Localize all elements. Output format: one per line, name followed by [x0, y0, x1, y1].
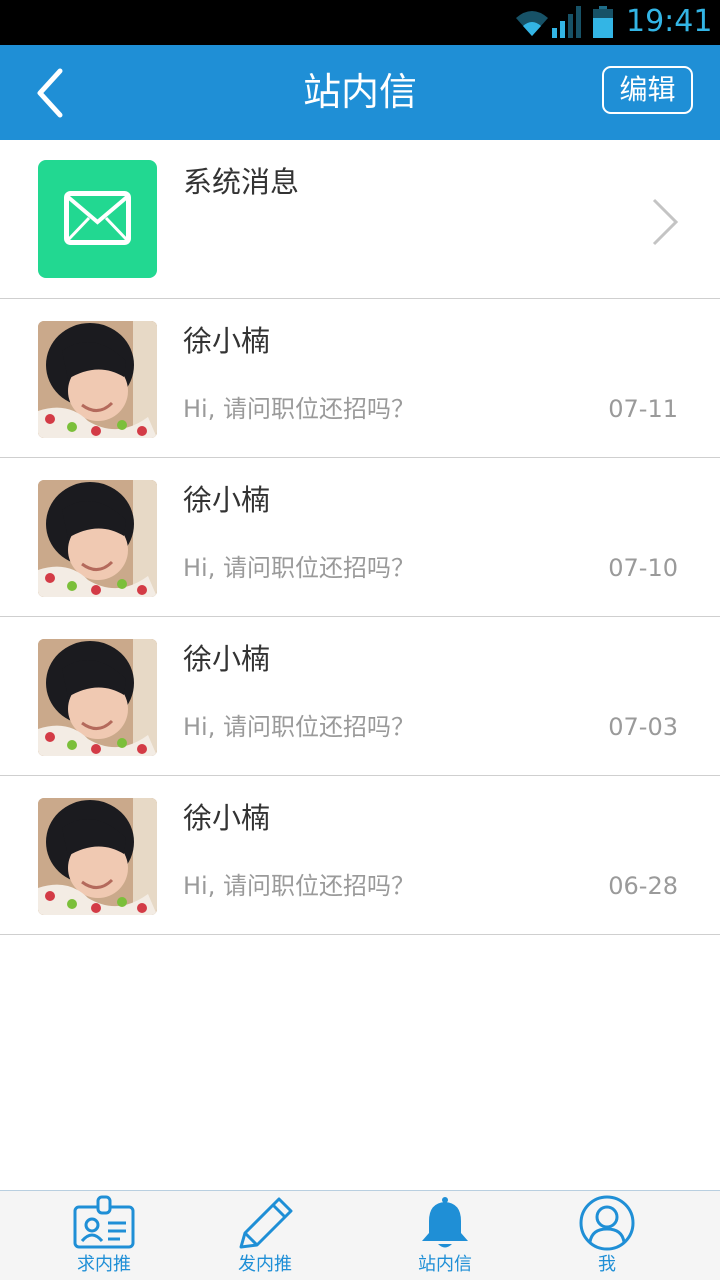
message-row[interactable]: 徐小楠 Hi, 请问职位还招吗？ 07-10 — [0, 458, 720, 617]
tab-label: 站内信 — [418, 1254, 472, 1275]
header-bar: 站内信 编辑 — [0, 45, 720, 140]
message-preview: Hi, 请问职位还招吗？ — [183, 554, 415, 582]
sender-name: 徐小楠 — [183, 801, 271, 835]
tab-label: 发内推 — [238, 1254, 292, 1275]
message-list: 系统消息 徐小楠 Hi, 请问职位还招吗？ 07-11 徐小楠 Hi, 请问职位… — [0, 140, 720, 935]
message-date: 07-03 — [608, 713, 678, 741]
sender-name: 徐小楠 — [183, 324, 271, 358]
sender-name: 徐小楠 — [183, 642, 271, 676]
system-message-row[interactable]: 系统消息 — [0, 140, 720, 299]
signal-icon — [552, 6, 582, 42]
bell-icon — [385, 1195, 505, 1251]
message-date: 06-28 — [608, 872, 678, 900]
message-row[interactable]: 徐小楠 Hi, 请问职位还招吗？ 06-28 — [0, 776, 720, 935]
tab-label: 求内推 — [77, 1254, 131, 1275]
avatar — [38, 639, 157, 756]
status-bar: 19:41 — [0, 0, 720, 45]
avatar — [38, 321, 157, 438]
tab-request-referral[interactable]: 求内推 — [44, 1191, 164, 1280]
message-preview: Hi, 请问职位还招吗？ — [183, 713, 415, 741]
battery-icon — [592, 6, 614, 42]
id-card-icon — [44, 1195, 164, 1251]
chevron-right-icon — [650, 198, 680, 250]
bottom-tab-bar: 求内推 发内推 站内信 我 — [0, 1190, 720, 1280]
pencil-icon — [205, 1195, 325, 1251]
system-message-label: 系统消息 — [183, 165, 300, 199]
status-time: 19:41 — [626, 4, 713, 39]
back-arrow-icon[interactable] — [30, 67, 74, 119]
tab-me[interactable]: 我 — [547, 1191, 667, 1280]
message-preview: Hi, 请问职位还招吗？ — [183, 872, 415, 900]
sender-name: 徐小楠 — [183, 483, 271, 517]
tab-label: 我 — [598, 1254, 616, 1275]
message-preview: Hi, 请问职位还招吗？ — [183, 395, 415, 423]
tab-post-referral[interactable]: 发内推 — [205, 1191, 325, 1280]
message-date: 07-11 — [608, 395, 678, 423]
tab-inbox[interactable]: 站内信 — [385, 1191, 505, 1280]
avatar — [38, 798, 157, 915]
message-date: 07-10 — [608, 554, 678, 582]
wifi-icon — [514, 8, 550, 42]
user-icon — [547, 1195, 667, 1251]
message-row[interactable]: 徐小楠 Hi, 请问职位还招吗？ 07-03 — [0, 617, 720, 776]
message-row[interactable]: 徐小楠 Hi, 请问职位还招吗？ 07-11 — [0, 299, 720, 458]
envelope-icon — [38, 160, 157, 278]
avatar — [38, 480, 157, 597]
edit-button[interactable]: 编辑 — [602, 66, 693, 114]
